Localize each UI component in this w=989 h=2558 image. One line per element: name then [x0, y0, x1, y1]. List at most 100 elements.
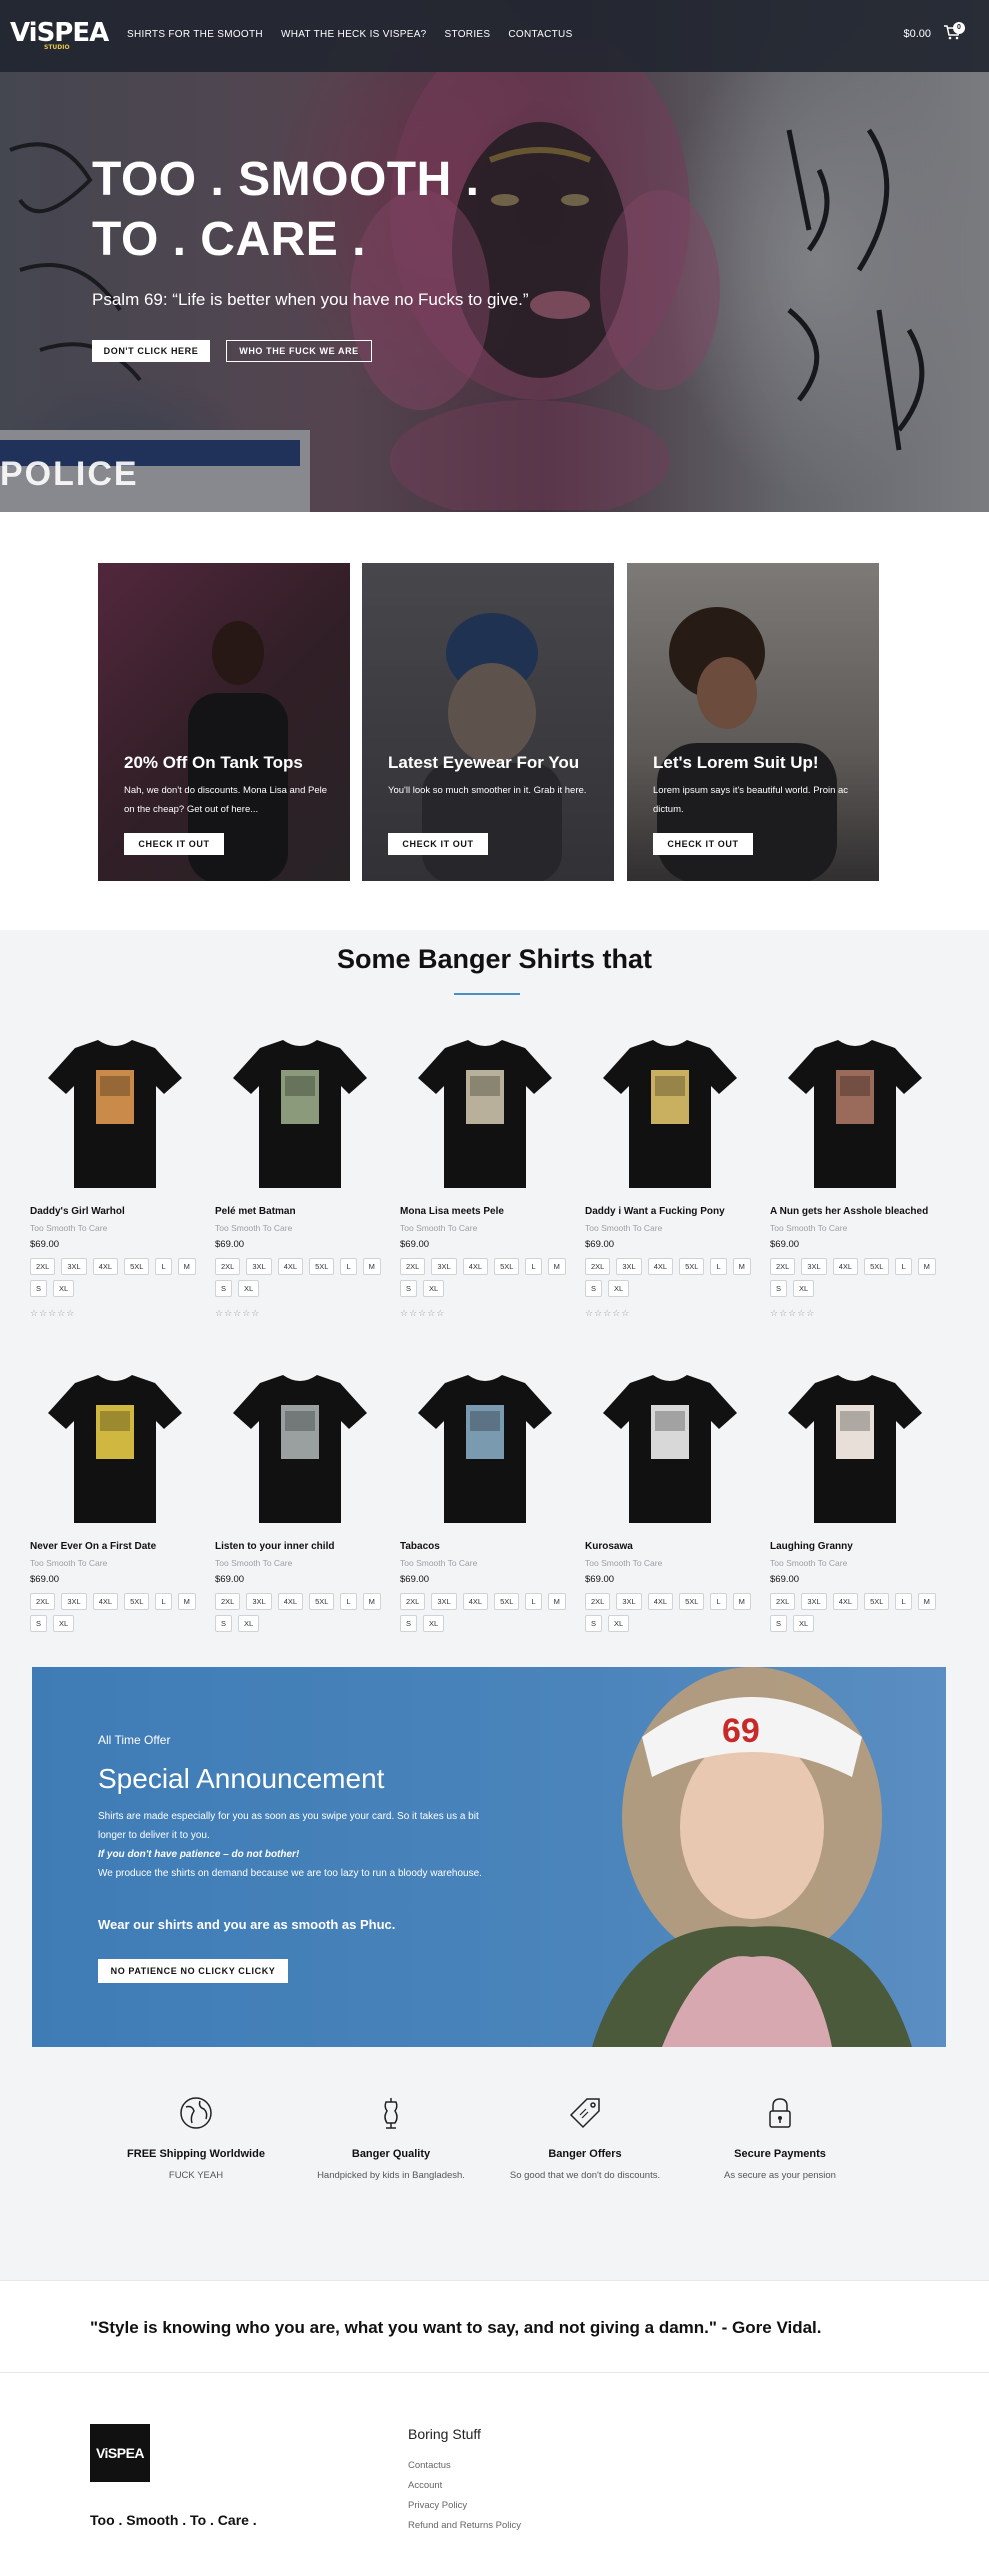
size-option[interactable]: 5XL — [679, 1593, 705, 1610]
size-option[interactable]: XL — [793, 1615, 815, 1632]
size-option[interactable]: S — [30, 1615, 48, 1632]
product-name[interactable]: Kurosawa — [585, 1541, 633, 1552]
size-option[interactable]: M — [177, 1593, 196, 1610]
size-option[interactable]: L — [895, 1258, 912, 1275]
size-option[interactable]: 5XL — [124, 1258, 150, 1275]
size-option[interactable]: 5XL — [124, 1593, 150, 1610]
size-option[interactable]: S — [770, 1615, 788, 1632]
who-we-are-button[interactable]: WHO THE FUCK WE ARE — [226, 340, 372, 362]
size-option[interactable]: 2XL — [215, 1258, 241, 1275]
product-image[interactable] — [400, 1365, 570, 1535]
size-option[interactable]: 2XL — [400, 1258, 426, 1275]
size-option[interactable]: L — [155, 1593, 172, 1610]
size-option[interactable]: 2XL — [770, 1593, 796, 1610]
size-option[interactable]: 5XL — [309, 1593, 335, 1610]
dont-click-here-button[interactable]: DON'T CLICK HERE — [92, 340, 210, 362]
size-option[interactable]: 3XL — [246, 1258, 272, 1275]
size-option[interactable]: 5XL — [864, 1258, 890, 1275]
nav-contactus[interactable]: CONTACTUS — [508, 29, 572, 40]
nav-shirts[interactable]: SHIRTS FOR THE SMOOTH — [127, 29, 263, 40]
size-option[interactable]: XL — [423, 1615, 445, 1632]
size-option[interactable]: XL — [238, 1615, 260, 1632]
size-option[interactable]: 4XL — [92, 1258, 119, 1275]
product-name[interactable]: A Nun gets her Asshole bleached — [770, 1206, 928, 1217]
size-option[interactable]: S — [215, 1615, 233, 1632]
size-option[interactable]: XL — [608, 1615, 630, 1632]
size-option[interactable]: M — [732, 1593, 751, 1610]
size-option[interactable]: XL — [793, 1280, 815, 1297]
size-option[interactable]: S — [30, 1280, 48, 1297]
size-option[interactable]: XL — [238, 1280, 260, 1297]
footer-logo[interactable]: ViSPEA — [90, 2424, 150, 2482]
product-name[interactable]: Never Ever On a First Date — [30, 1541, 156, 1552]
size-option[interactable]: L — [525, 1258, 542, 1275]
size-option[interactable]: 3XL — [61, 1258, 87, 1275]
size-option[interactable]: L — [340, 1258, 357, 1275]
footer-link-refund[interactable]: Refund and Returns Policy — [408, 2516, 521, 2536]
size-option[interactable]: 4XL — [832, 1593, 859, 1610]
size-option[interactable]: XL — [53, 1615, 75, 1632]
product-image[interactable] — [30, 1030, 200, 1200]
size-option[interactable]: 4XL — [462, 1593, 489, 1610]
product-image[interactable] — [585, 1030, 755, 1200]
size-option[interactable]: S — [215, 1280, 233, 1297]
product-image[interactable] — [215, 1030, 385, 1200]
size-option[interactable]: 4XL — [462, 1258, 489, 1275]
size-option[interactable]: 4XL — [647, 1593, 674, 1610]
size-option[interactable]: 3XL — [431, 1258, 457, 1275]
product-name[interactable]: Mona Lisa meets Pele — [400, 1206, 504, 1217]
size-option[interactable]: S — [400, 1280, 418, 1297]
nav-what-is-vispea[interactable]: WHAT THE HECK IS VISPEA? — [281, 29, 427, 40]
product-image[interactable] — [770, 1030, 940, 1200]
product-image[interactable] — [30, 1365, 200, 1535]
product-image[interactable] — [215, 1365, 385, 1535]
size-option[interactable]: 3XL — [801, 1593, 827, 1610]
size-option[interactable]: L — [340, 1593, 357, 1610]
size-option[interactable]: 4XL — [92, 1593, 119, 1610]
size-option[interactable]: M — [732, 1258, 751, 1275]
footer-link-account[interactable]: Account — [408, 2476, 521, 2496]
size-option[interactable]: 3XL — [431, 1593, 457, 1610]
size-option[interactable]: 5XL — [864, 1593, 890, 1610]
size-option[interactable]: L — [710, 1258, 727, 1275]
size-option[interactable]: M — [547, 1258, 566, 1275]
size-option[interactable]: M — [917, 1258, 936, 1275]
check-it-out-button[interactable]: CHECK IT OUT — [653, 833, 753, 855]
size-option[interactable]: M — [547, 1593, 566, 1610]
size-option[interactable]: S — [400, 1615, 418, 1632]
size-option[interactable]: M — [362, 1258, 381, 1275]
promo-card-tank-tops[interactable]: 20% Off On Tank Tops Nah, we don't do di… — [98, 563, 350, 881]
size-option[interactable]: L — [155, 1258, 172, 1275]
size-option[interactable]: S — [585, 1615, 603, 1632]
check-it-out-button[interactable]: CHECK IT OUT — [124, 833, 224, 855]
size-option[interactable]: 4XL — [277, 1593, 304, 1610]
size-option[interactable]: S — [585, 1280, 603, 1297]
product-image[interactable] — [400, 1030, 570, 1200]
size-option[interactable]: 5XL — [494, 1258, 520, 1275]
product-name[interactable]: Tabacos — [400, 1541, 440, 1552]
size-option[interactable]: 4XL — [832, 1258, 859, 1275]
product-image[interactable] — [770, 1365, 940, 1535]
size-option[interactable]: 5XL — [679, 1258, 705, 1275]
size-option[interactable]: 3XL — [616, 1258, 642, 1275]
size-option[interactable]: XL — [608, 1280, 630, 1297]
nav-stories[interactable]: STORIES — [445, 29, 491, 40]
size-option[interactable]: 2XL — [585, 1593, 611, 1610]
size-option[interactable]: S — [770, 1280, 788, 1297]
footer-link-privacy[interactable]: Privacy Policy — [408, 2496, 521, 2516]
check-it-out-button[interactable]: CHECK IT OUT — [388, 833, 488, 855]
cart-total[interactable]: $0.00 — [903, 28, 931, 40]
size-option[interactable]: M — [362, 1593, 381, 1610]
size-option[interactable]: 3XL — [61, 1593, 87, 1610]
product-name[interactable]: Daddy i Want a Fucking Pony — [585, 1206, 725, 1217]
size-option[interactable]: 3XL — [246, 1593, 272, 1610]
product-name[interactable]: Listen to your inner child — [215, 1541, 334, 1552]
size-option[interactable]: 3XL — [801, 1258, 827, 1275]
product-name[interactable]: Laughing Granny — [770, 1541, 853, 1552]
size-option[interactable]: 4XL — [277, 1258, 304, 1275]
size-option[interactable]: L — [895, 1593, 912, 1610]
size-option[interactable]: XL — [53, 1280, 75, 1297]
size-option[interactable]: 2XL — [400, 1593, 426, 1610]
size-option[interactable]: M — [917, 1593, 936, 1610]
size-option[interactable]: 2XL — [215, 1593, 241, 1610]
